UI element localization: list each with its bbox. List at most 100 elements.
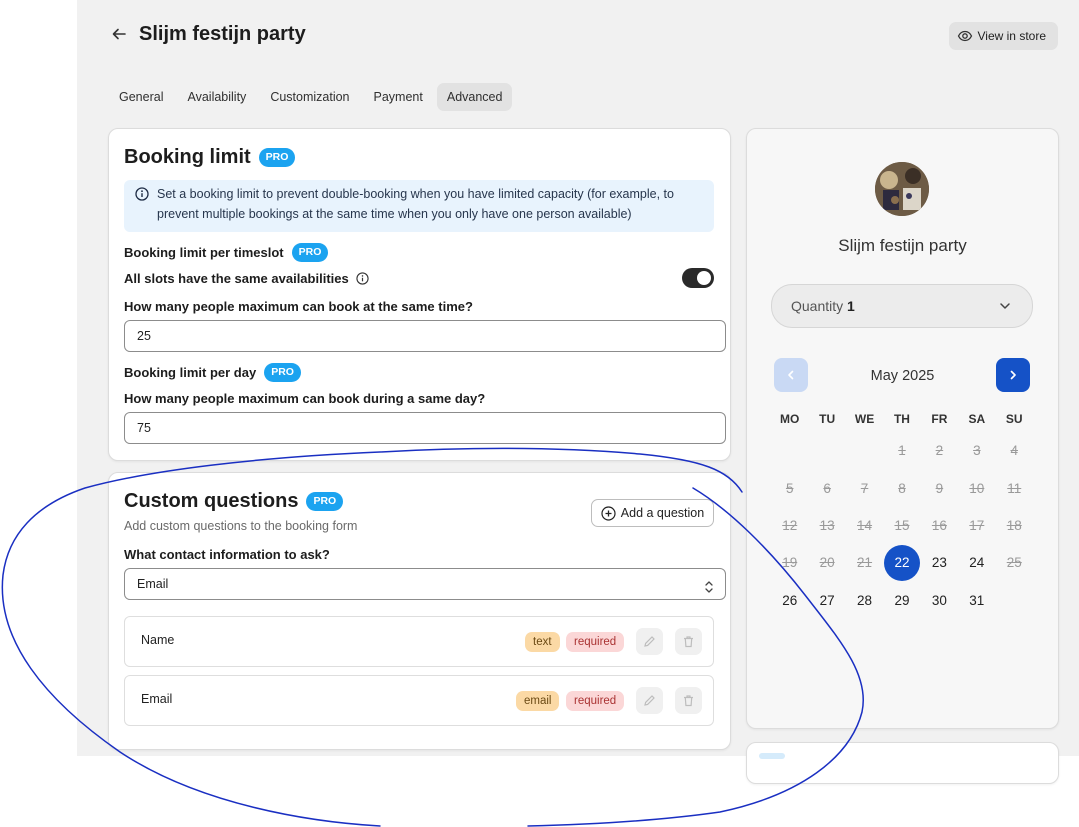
pro-badge: PRO (291, 243, 329, 262)
pro-badge: PRO (264, 363, 301, 382)
question-type-badge: email (516, 691, 560, 711)
calendar-day-unavailable: 13 (819, 517, 835, 533)
calendar-day-unavailable: 12 (782, 517, 798, 533)
add-question-button[interactable]: Add a question (591, 499, 714, 527)
shop-avatar (875, 162, 929, 216)
max-same-time-label: How many people maximum can book at the … (124, 299, 473, 314)
calendar-day[interactable]: 28 (846, 593, 883, 608)
pro-badge: PRO (306, 492, 344, 511)
quantity-label-row: Quantity 1 (791, 298, 855, 314)
calendar-day-unavailable: 18 (1006, 517, 1022, 533)
calendar-day-unavailable: 11 (1007, 480, 1022, 496)
edit-pencil-icon[interactable] (636, 687, 663, 714)
view-in-store-button[interactable]: View in store (948, 22, 1058, 50)
calendar-week-row: 19 20 21 22 23 24 25 (771, 544, 1033, 581)
calendar-day-unavailable: 9 (935, 480, 944, 496)
weekday-label: WE (854, 412, 875, 426)
calendar-day-unavailable: 17 (969, 517, 985, 533)
required-badge: required (566, 691, 625, 711)
contact-info-value: Email (137, 577, 169, 591)
pro-badge: PRO (258, 148, 296, 167)
question-type-badge: text (525, 632, 560, 652)
calendar-week-row: 26 27 28 29 30 31 (771, 582, 1033, 619)
calendar-week-row: 5 6 7 8 9 10 11 (771, 469, 1033, 506)
calendar-day-unavailable: 5 (785, 480, 794, 496)
calendar-day-unavailable: 20 (819, 555, 835, 571)
tab-availability[interactable]: Availability (177, 83, 256, 111)
calendar-week-row: 12 13 14 15 16 17 18 (771, 507, 1033, 544)
booking-limit-info: Set a booking limit to prevent double-bo… (124, 180, 714, 232)
booking-limit-card: Booking limit PRO Set a booking limit to… (108, 128, 731, 461)
info-text: Set a booking limit to prevent double-bo… (157, 187, 674, 221)
calendar-day-unavailable: 16 (931, 517, 947, 533)
weekday-label: TU (819, 412, 836, 426)
quantity-select[interactable]: Quantity 1 (771, 284, 1033, 328)
info-icon (135, 187, 149, 207)
weekday-label: TH (893, 412, 910, 426)
tab-general[interactable]: General (109, 83, 173, 111)
calendar-week-row: 1 2 3 4 (771, 432, 1033, 469)
trash-icon[interactable] (675, 687, 702, 714)
calendar-day-unavailable: 8 (898, 480, 906, 496)
back-arrow-icon[interactable] (107, 22, 131, 46)
chevron-right-icon (1010, 370, 1016, 380)
calendar-day-unavailable: 19 (782, 555, 798, 571)
booking-limit-heading: Booking limit PRO (124, 146, 296, 169)
calendar-day-unavailable: 4 (1010, 443, 1018, 459)
question-name: Name (141, 633, 175, 647)
calendar-day[interactable]: 27 (808, 593, 845, 608)
chevron-down-icon (998, 299, 1012, 316)
next-card (746, 742, 1059, 784)
info-icon[interactable] (356, 272, 369, 285)
booking-limit-title: Booking limit (124, 146, 251, 168)
calendar-day[interactable]: 23 (921, 555, 958, 570)
per-day-label: Booking limit per day (124, 365, 257, 380)
custom-questions-card: Custom questions PRO Add custom question… (108, 472, 731, 750)
calendar-day-unavailable: 15 (894, 517, 910, 533)
calendar-day-unavailable: 6 (823, 480, 831, 496)
calendar-day[interactable]: 30 (921, 593, 958, 608)
calendar-weekday-row: MO TU WE TH FR SA SU (771, 406, 1033, 432)
contact-info-select[interactable]: Email (124, 568, 726, 600)
calendar-day-selected[interactable]: 22 (883, 544, 920, 581)
required-badge: required (566, 632, 625, 652)
tab-customization[interactable]: Customization (260, 83, 359, 111)
calendar-day[interactable]: 29 (883, 593, 920, 608)
tab-payment[interactable]: Payment (364, 83, 433, 111)
calendar-day-unavailable: 3 (973, 443, 981, 459)
max-same-time-input[interactable]: 25 (124, 320, 726, 352)
question-name: Email (141, 692, 173, 706)
calendar-next-button[interactable] (996, 358, 1030, 392)
custom-questions-subtitle: Add custom questions to the booking form (124, 519, 358, 533)
shop-name: Slijm festijn party (838, 236, 967, 255)
quantity-label: Quantity (791, 298, 844, 314)
plus-circle-icon (601, 505, 616, 521)
weekday-label: MO (780, 412, 800, 426)
quantity-value: 1 (847, 298, 855, 314)
tab-bar: General Availability Customization Payme… (109, 83, 513, 111)
calendar-day[interactable]: 31 (958, 593, 995, 608)
max-same-day-input[interactable]: 75 (124, 412, 726, 444)
tab-advanced[interactable]: Advanced (436, 83, 513, 111)
max-same-day-label: How many people maximum can book during … (124, 391, 486, 406)
eye-icon (957, 28, 973, 44)
weekday-label: SA (968, 412, 986, 426)
calendar-day[interactable]: 26 (771, 593, 808, 608)
question-row: Email email required (124, 675, 714, 726)
chevron-up-down-icon (703, 576, 715, 606)
calendar-grid: MO TU WE TH FR SA SU 1 2 3 4 5 6 7 8 9 10 11 12 13 14 15 16 17 1… (771, 406, 1033, 619)
calendar-day-unavailable: 14 (857, 517, 873, 533)
edit-pencil-icon[interactable] (636, 628, 663, 655)
view-in-store-label: View in store (977, 29, 1046, 43)
trash-icon[interactable] (675, 628, 702, 655)
per-timeslot-heading: Booking limit per timeslot PRO (124, 243, 329, 262)
page-title: Slijm festijn party (139, 22, 306, 45)
calendar-day[interactable]: 24 (958, 555, 995, 570)
weekday-label: SU (1005, 412, 1023, 426)
add-question-label: Add a question (620, 506, 705, 520)
same-availabilities-row: All slots have the same availabilities (124, 271, 369, 286)
calendar-day-unavailable: 1 (898, 443, 906, 459)
calendar-day-unavailable: 21 (857, 555, 873, 571)
page-header: Slijm festijn party (107, 22, 306, 46)
same-availabilities-toggle[interactable] (682, 268, 714, 288)
